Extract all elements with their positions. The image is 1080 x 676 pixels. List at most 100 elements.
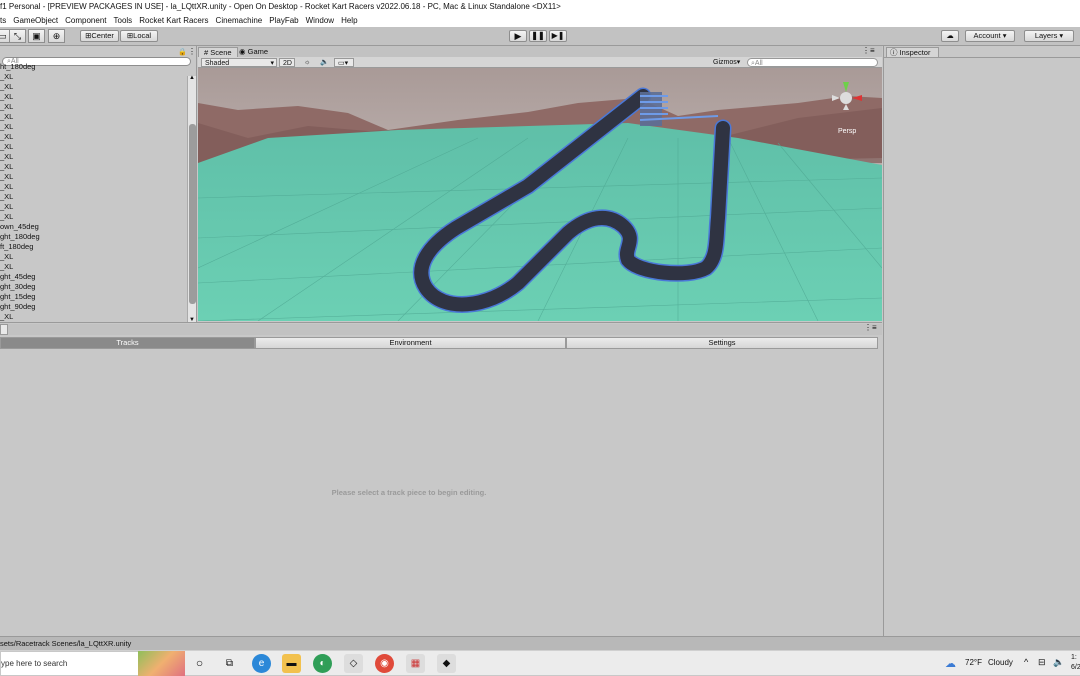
chrome-icon[interactable]: ◉ [375, 654, 394, 673]
pivot-center-button[interactable]: ⊞Center [80, 30, 119, 42]
shading-mode-label: Shaded [205, 60, 230, 67]
tab-scene[interactable]: # Scene [198, 47, 238, 57]
account-dropdown[interactable]: Account ▾ [965, 30, 1015, 42]
list-item[interactable]: _XL [0, 182, 186, 192]
hierarchy-scrollbar[interactable]: ▲ ▼ [187, 75, 196, 322]
status-bar: sets/Racetrack Scenes/la_LQttXR.unity [0, 636, 1080, 650]
list-item[interactable]: _XL [0, 252, 186, 262]
list-item[interactable]: _XL [0, 202, 186, 212]
scroll-up-icon[interactable]: ▲ [189, 75, 195, 81]
list-item[interactable]: _XL [0, 152, 186, 162]
maximize-icon[interactable]: ≡ [870, 46, 875, 55]
panel-menu-icon[interactable]: ⋮ [864, 323, 872, 332]
chevron-up-icon[interactable]: ^ [1024, 657, 1028, 667]
tab-inspector[interactable]: ⓘ Inspector [886, 47, 939, 57]
maximize-icon[interactable]: ≡ [872, 323, 877, 332]
shading-mode-dropdown[interactable]: Shaded ▾ [201, 58, 277, 67]
list-item[interactable]: _XL [0, 92, 186, 102]
list-item[interactable]: _XL [0, 192, 186, 202]
tab-environment[interactable]: Environment [255, 337, 566, 349]
clock[interactable]: 1: 6/2 [1071, 653, 1080, 673]
list-item[interactable]: _XL [0, 162, 186, 172]
lock-icon[interactable]: 🔒 [178, 48, 187, 56]
menu-item-component[interactable]: Component [65, 14, 106, 27]
list-item[interactable]: _XL [0, 82, 186, 92]
list-item[interactable]: ght_30deg [0, 282, 186, 292]
menu-item-assets[interactable]: ts [0, 14, 6, 27]
lighting-toggle-icon[interactable]: ☼ [301, 58, 314, 67]
menu-item-window[interactable]: Window [306, 14, 334, 27]
list-item[interactable]: _XL [0, 122, 186, 132]
tab-environment-label: Environment [389, 338, 432, 347]
tab-tracks[interactable]: Tracks [0, 337, 255, 349]
audio-toggle-icon[interactable]: 🔈 [317, 58, 330, 67]
projection-label[interactable]: Persp [838, 128, 856, 135]
tab-settings-label: Settings [708, 338, 736, 347]
menu-item-playfab[interactable]: PlayFab [269, 14, 298, 27]
effects-dropdown[interactable]: ▭▾ [334, 58, 354, 67]
main-toolbar: ▭ ⤡ ▣ ⊕ ⊞Center ⊞Local ▶ ❚❚ ▶❚ ☁ Account… [0, 27, 1080, 46]
chevron-down-icon: ▾ [270, 60, 274, 67]
clock-time: 1: [1071, 654, 1077, 661]
scene-render: Persp [198, 68, 882, 321]
list-item[interactable]: own_45deg [0, 222, 186, 232]
tab-game-label: Game [247, 47, 269, 56]
list-item[interactable]: _XL [0, 112, 186, 122]
track-editor-tab[interactable] [0, 324, 8, 335]
roblox-icon[interactable]: ◆ [437, 654, 456, 673]
list-item[interactable]: _XL [0, 132, 186, 142]
checkered-app-icon[interactable]: ▦ [406, 654, 425, 673]
scale-tool-icon[interactable]: ⤡ [9, 29, 26, 43]
list-item[interactable]: ft_180deg [0, 242, 186, 252]
scene-search-placeholder: All [754, 60, 763, 67]
edge-icon[interactable]: e [252, 654, 271, 673]
volume-icon[interactable]: 🔈 [1053, 657, 1064, 668]
scrollbar-thumb[interactable] [189, 124, 196, 304]
panel-menu-icon[interactable]: ⋮ [862, 46, 870, 55]
rect-transform-tool-icon[interactable]: ▣ [28, 29, 45, 43]
gizmos-dropdown[interactable]: Gizmos▾ [710, 58, 744, 67]
cloud-button[interactable]: ☁ [941, 30, 959, 42]
list-item[interactable]: _XL [0, 102, 186, 112]
gizmos-label: Gizmos [713, 59, 737, 66]
tab-settings[interactable]: Settings [566, 337, 878, 349]
list-item[interactable]: _XL [0, 212, 186, 222]
menu-item-gameobject[interactable]: GameObject [13, 14, 58, 27]
list-item[interactable]: ght_90deg [0, 302, 186, 312]
list-item[interactable]: _XL [0, 172, 186, 182]
list-item[interactable]: _XL [0, 72, 186, 82]
list-item[interactable]: ght_45deg [0, 272, 186, 282]
scene-viewport[interactable]: Persp [198, 68, 882, 321]
list-item[interactable]: _XL [0, 312, 186, 322]
cortana-icon[interactable]: ○ [190, 654, 209, 673]
menu-item-tools[interactable]: Tools [114, 14, 133, 27]
weather-condition[interactable]: Cloudy [988, 658, 1013, 667]
list-item[interactable]: ght_180deg [0, 232, 186, 242]
file-explorer-icon[interactable]: ▬ [282, 654, 301, 673]
step-button[interactable]: ▶❚ [549, 30, 567, 42]
toggle-2d-button[interactable]: 2D [279, 58, 295, 67]
menu-item-help[interactable]: Help [341, 14, 357, 27]
weather-temp[interactable]: 72°F [965, 658, 982, 667]
tab-game[interactable]: ◉ Game [234, 47, 273, 57]
list-item[interactable]: ght_15deg [0, 292, 186, 302]
unity-icon[interactable]: ◇ [344, 654, 363, 673]
list-item[interactable]: ht_180deg [0, 62, 186, 72]
hierarchy-panel: 🔒 ⋮ ⌕All ht_180deg _XL _XL _XL _XL _XL _… [0, 46, 197, 322]
list-item[interactable]: _XL [0, 262, 186, 272]
play-button[interactable]: ▶ [509, 30, 527, 42]
pivot-local-button[interactable]: ⊞Local [120, 30, 158, 42]
list-item[interactable]: _XL [0, 142, 186, 152]
transform-tool-icon[interactable]: ⊕ [48, 29, 65, 43]
menu-item-rocket-kart-racers[interactable]: Rocket Kart Racers [139, 14, 208, 27]
clock-date: 6/2 [1071, 664, 1080, 671]
xbox-icon[interactable]: ◐ [313, 654, 332, 673]
panel-menu-icon[interactable]: ⋮ [188, 47, 196, 56]
weather-icon[interactable]: ☁ [945, 657, 956, 670]
layers-dropdown[interactable]: Layers ▾ [1024, 30, 1074, 42]
network-icon[interactable]: ⊟ [1038, 657, 1046, 668]
task-view-icon[interactable]: ⧉ [220, 654, 239, 673]
scene-search-input[interactable]: ⌕All [747, 58, 878, 67]
pause-button[interactable]: ❚❚ [529, 30, 547, 42]
menu-item-cinemachine[interactable]: Cinemachine [216, 14, 263, 27]
